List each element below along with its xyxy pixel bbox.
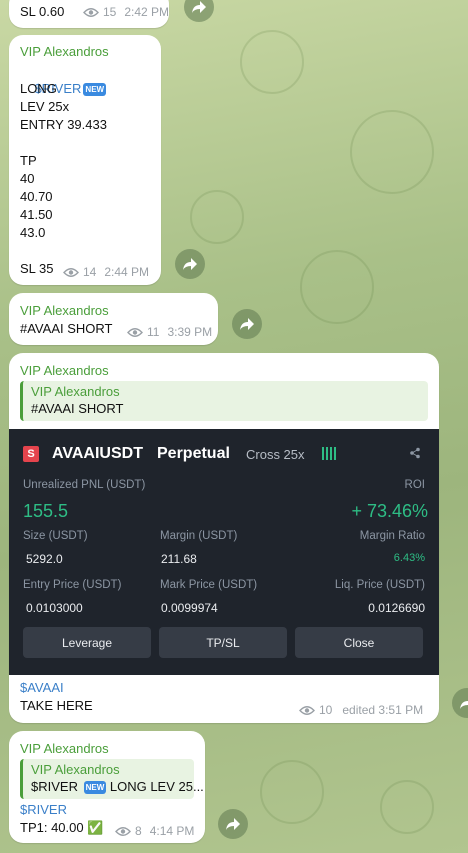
quote-sender: VIP Alexandros	[31, 762, 120, 777]
message-line: TP	[20, 153, 37, 168]
forward-button[interactable]	[232, 309, 262, 339]
quote-text-after: LONG LEV 25...	[106, 779, 204, 794]
entry-price-label: Entry Price (USDT)	[23, 579, 122, 591]
mark-price-label: Mark Price (USDT)	[160, 579, 258, 591]
margin-ratio-label: Margin Ratio	[359, 530, 425, 542]
quote-text-line: $RIVER NEW LONG LEV 25...	[31, 779, 204, 795]
message-line: LEV 25x	[20, 99, 70, 114]
trade-card-image[interactable]: S AVAAIUSDT Perpetual Cross 25x Unrealiz…	[9, 429, 439, 675]
message-bubble: VIP Alexandros $RIVER NEW LONG LEV 25x EN…	[9, 35, 161, 285]
message-bubble: VIP Alexandros VIP Alexandros $RIVER NEW…	[9, 731, 205, 843]
message-text: TP1: 40.00 ✅	[20, 820, 104, 835]
message-bubble: VIP Alexandros VIP Alexandros #AVAAI SHO…	[9, 353, 439, 723]
forward-icon	[240, 318, 254, 330]
roi-label: ROI	[404, 479, 425, 491]
forward-button[interactable]	[218, 809, 248, 839]
liq-price-value: 0.0126690	[368, 601, 425, 615]
contract-type: Perpetual	[157, 445, 230, 462]
message-time: 4:14 PM	[149, 824, 195, 838]
message-line	[20, 134, 107, 152]
quote-sender: VIP Alexandros	[31, 384, 120, 399]
tpsl-button[interactable]: TP/SL	[159, 627, 287, 658]
sender-name: VIP Alexandros	[20, 44, 109, 59]
views-count: 14	[83, 265, 97, 279]
signal-bars-icon	[322, 447, 336, 460]
close-button[interactable]: Close	[295, 627, 423, 658]
message-line: 40	[20, 171, 35, 186]
message-time: edited 3:51 PM	[342, 703, 424, 717]
unrealized-pnl-label: Unrealized PNL (USDT)	[23, 479, 146, 491]
message-time: 3:39 PM	[167, 325, 213, 339]
views-icon	[127, 327, 143, 338]
message-meta: 11 3:39 PM	[127, 325, 212, 339]
new-badge: NEW	[83, 781, 107, 795]
liq-price-label: Liq. Price (USDT)	[334, 579, 425, 591]
sender-name: VIP Alexandros	[20, 741, 109, 756]
sender-name: VIP Alexandros	[20, 303, 109, 318]
size-label: Size (USDT)	[23, 530, 88, 542]
views-icon	[63, 267, 79, 278]
message-line	[20, 242, 107, 260]
reply-quote[interactable]: VIP Alexandros #AVAAI SHORT	[20, 381, 428, 421]
message-line: LONG	[20, 81, 57, 96]
forward-icon	[226, 818, 240, 830]
leverage-button[interactable]: Leverage	[23, 627, 151, 658]
message-text: SL 0.60	[20, 4, 65, 19]
forward-icon	[192, 1, 206, 13]
message-meta: 15 2:42 PM	[83, 5, 169, 19]
size-value: 5292.0	[26, 552, 63, 566]
sender-name: VIP Alexandros	[20, 363, 109, 378]
message-bubble: VIP Alexandros #AVAAI SHORT 11 3:39 PM	[9, 293, 218, 345]
entry-price-value: 0.0103000	[26, 601, 83, 615]
exchange-logo-icon: S	[23, 446, 39, 462]
quote-text: $RIVER	[31, 779, 82, 794]
views-icon	[83, 7, 99, 18]
message-text: #AVAAI SHORT	[20, 321, 113, 336]
reply-quote[interactable]: VIP Alexandros $RIVER NEW LONG LEV 25...	[20, 759, 204, 799]
margin-value: 211.68	[161, 552, 197, 566]
message-line: 43.0	[20, 225, 46, 240]
forward-icon	[183, 258, 197, 270]
message-time: 2:44 PM	[104, 265, 150, 279]
message-body: LONG LEV 25x ENTRY 39.433 TP 40 40.70 41…	[20, 80, 107, 278]
roi-value: + 73.46%	[351, 501, 428, 521]
symbol: AVAAIUSDT	[52, 445, 143, 462]
ticker-text: $RIVER	[20, 802, 67, 817]
margin-mode: Cross 25x	[246, 447, 305, 462]
message-meta: 14 2:44 PM	[63, 265, 149, 279]
margin-label: Margin (USDT)	[160, 530, 238, 542]
views-count: 10	[319, 703, 333, 717]
share-icon[interactable]	[409, 447, 421, 462]
forward-icon	[460, 697, 468, 709]
quote-text: #AVAAI SHORT	[31, 401, 124, 416]
message-bubble: SL 0.60 15 2:42 PM	[9, 0, 169, 28]
message-text: TAKE HERE	[20, 698, 93, 713]
unrealized-pnl-value: 155.5	[23, 501, 69, 521]
forward-button[interactable]	[452, 688, 468, 718]
forward-button[interactable]	[184, 0, 214, 22]
views-icon	[115, 826, 131, 837]
views-count: 11	[147, 325, 160, 339]
message-time: 2:42 PM	[124, 5, 170, 19]
message-meta: 10 edited 3:51 PM	[299, 703, 423, 717]
ticker-text: $AVAAI	[20, 680, 64, 695]
message-line: ENTRY 39.433	[20, 117, 107, 132]
mark-price-value: 0.0099974	[161, 601, 218, 615]
message-line: 41.50	[20, 207, 53, 222]
message-meta: 8 4:14 PM	[115, 824, 194, 838]
views-icon	[299, 705, 315, 716]
margin-ratio-value: 6.43%	[393, 552, 425, 564]
views-count: 8	[135, 824, 142, 838]
forward-button[interactable]	[175, 249, 205, 279]
message-line: 40.70	[20, 189, 53, 204]
views-count: 15	[103, 5, 117, 19]
